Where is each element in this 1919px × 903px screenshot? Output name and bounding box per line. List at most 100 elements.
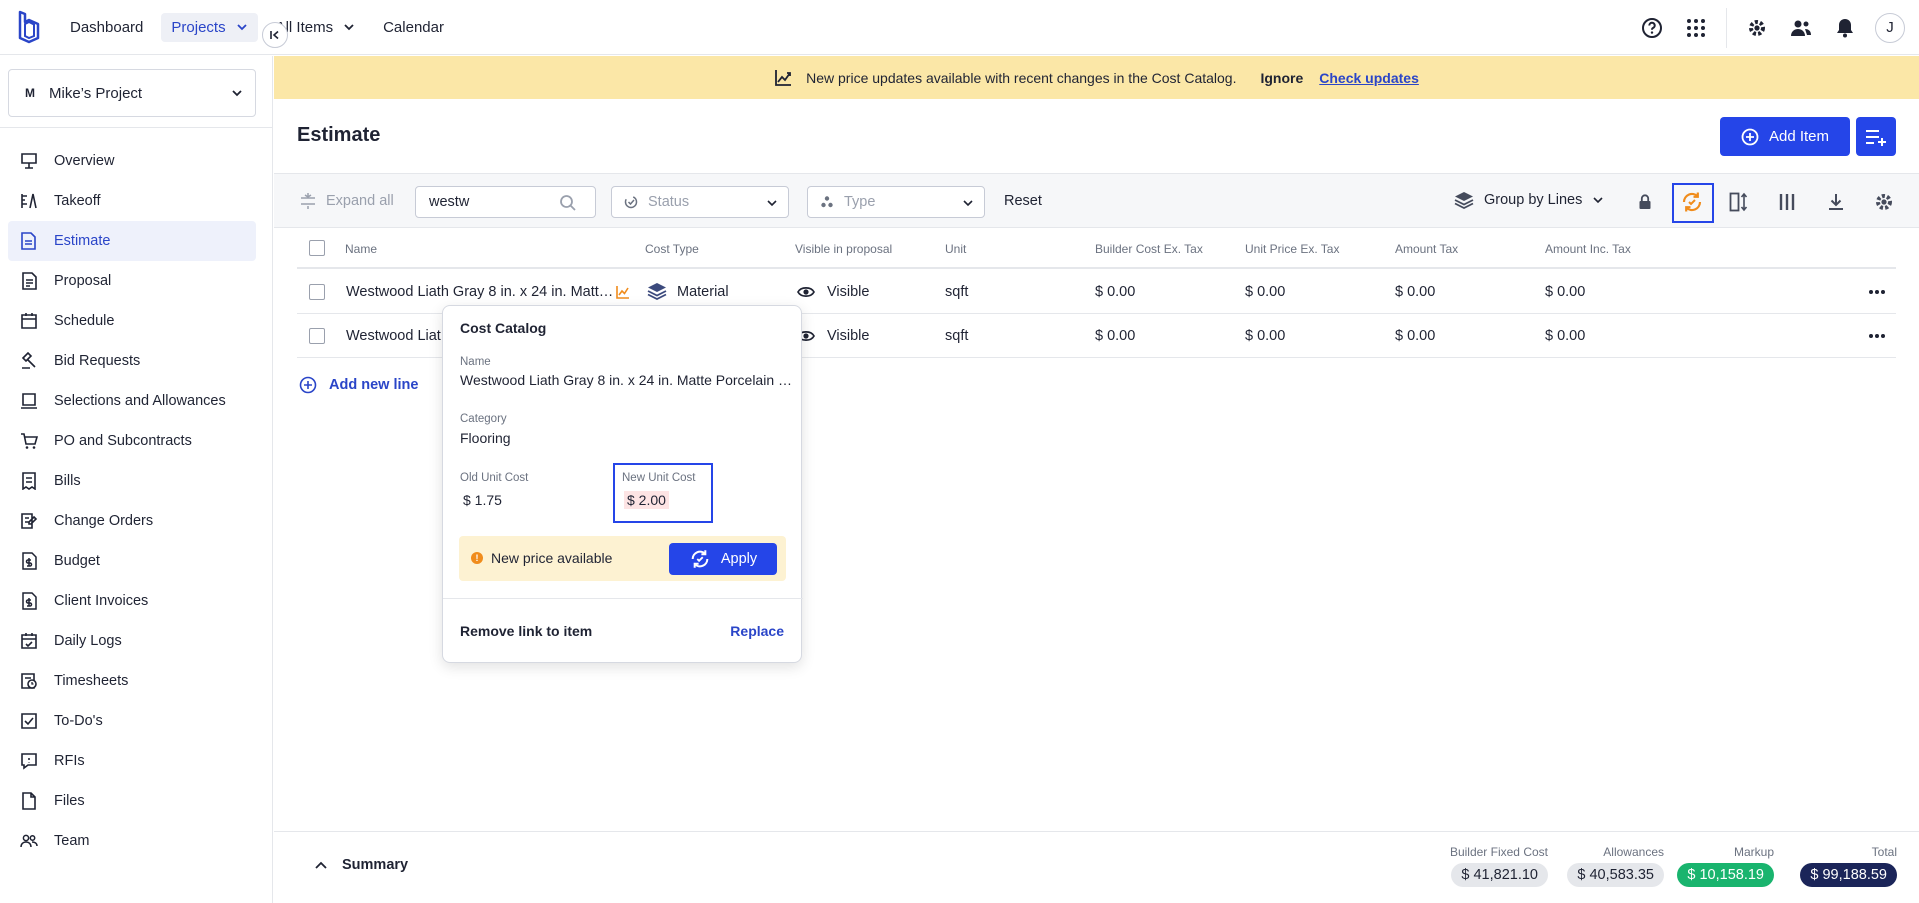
type-filter-select[interactable]: Type [807,186,985,218]
banner-check-updates-link[interactable]: Check updates [1319,70,1419,86]
sidebar-item-schedule[interactable]: Schedule [8,301,256,341]
apply-price-button[interactable]: Apply [669,543,777,575]
row-checkbox[interactable] [309,328,325,344]
eye-icon[interactable] [797,285,815,299]
row-name: Westwood Liat [346,328,441,344]
nav-calendar[interactable]: Calendar [373,13,454,42]
new-price-text: New price available [491,550,613,566]
table-settings-icon[interactable] [1871,189,1897,215]
settings-gear-icon[interactable] [1743,14,1771,42]
top-navigation: Dashboard Projects All Items Calendar J [0,0,1919,55]
row-unit: sqft [945,328,969,344]
lock-icon[interactable] [1632,189,1658,215]
app-logo-icon[interactable] [16,10,42,44]
column-header-visible[interactable]: Visible in proposal [795,242,892,256]
category-value: Flooring [460,430,511,446]
plus-circle-icon [1741,128,1759,145]
more-horizontal-icon[interactable] [1868,284,1886,300]
remove-link-button[interactable]: Remove link to item [460,623,592,639]
chevron-down-icon [1593,197,1603,204]
summary-toggle[interactable]: Summary [314,857,408,873]
columns-icon[interactable] [1774,189,1800,215]
row-amount-inc-tax: $ 0.00 [1545,284,1586,300]
collapse-left-icon [270,30,279,40]
daily-log-icon [20,632,38,650]
column-header-builder-cost[interactable]: Builder Cost Ex. Tax [1095,242,1203,256]
row-builder-cost: $ 0.00 [1095,328,1136,344]
column-header-name[interactable]: Name [345,242,377,256]
apps-grid-icon[interactable] [1682,14,1710,42]
row-cost-type: Material [677,284,729,300]
sidebar-item-daily-logs[interactable]: Daily Logs [8,621,256,661]
sidebar-item-estimate[interactable]: Estimate [8,221,256,261]
group-by-label: Group by Lines [1484,192,1583,208]
project-name: Mike’s Project [49,84,143,102]
notification-bell-icon[interactable] [1831,14,1859,42]
add-new-line-button[interactable]: Add new line [299,376,418,394]
sidebar-item-label: Team [54,833,90,849]
type-filter-placeholder: Type [844,194,876,210]
budget-icon [20,552,38,570]
column-header-amount-tax[interactable]: Amount Tax [1395,242,1458,256]
sidebar-item-overview[interactable]: Overview [8,141,256,181]
column-header-cost-type[interactable]: Cost Type [645,242,699,256]
sidebar-item-client-invoices[interactable]: Client Invoices [8,581,256,621]
collapse-sidebar-button[interactable] [262,22,288,48]
add-item-label: Add Item [1768,128,1830,145]
status-filter-placeholder: Status [648,194,690,210]
download-icon[interactable] [1823,189,1849,215]
add-list-button[interactable] [1856,117,1896,156]
row-builder-cost: $ 0.00 [1095,284,1136,300]
selections-icon [20,392,38,410]
sidebar-item-change-orders[interactable]: Change Orders [8,501,256,541]
old-unit-cost-label: Old Unit Cost [460,472,529,484]
row-checkbox[interactable] [309,284,325,300]
sidebar-item-label: Client Invoices [54,593,149,609]
user-avatar[interactable]: J [1875,12,1905,43]
add-item-button[interactable]: Add Item [1720,117,1850,156]
sidebar-item-takeoff[interactable]: Takeoff [8,181,256,221]
column-header-amount-inc-tax[interactable]: Amount Inc. Tax [1545,242,1631,256]
sidebar-item-to-do-s[interactable]: To-Do's [8,701,256,741]
sidebar-item-proposal[interactable]: Proposal [8,261,256,301]
project-selector[interactable]: M Mike’s Project [8,69,256,117]
chevron-down-icon [344,24,354,31]
markup: Markup $ 10,158.19 [1674,845,1774,887]
sidebar-item-rfis[interactable]: RFIs [8,741,256,781]
file-icon [20,792,38,810]
nav-dashboard[interactable]: Dashboard [60,13,153,42]
page-title: Estimate [297,124,381,146]
expand-all-button[interactable]: Expand all [300,193,394,209]
estimate-icon [20,232,38,250]
sidebar-item-timesheets[interactable]: Timesheets [8,661,256,701]
search-input[interactable]: westw [415,186,596,218]
sidebar-item-budget[interactable]: Budget [8,541,256,581]
row-height-icon[interactable] [1726,189,1752,215]
status-filter-select[interactable]: Status [611,186,789,218]
sidebar-item-files[interactable]: Files [8,781,256,821]
sidebar-item-selections-and-allowances[interactable]: Selections and Allowances [8,381,256,421]
search-icon [560,195,576,211]
sidebar-item-label: Daily Logs [54,633,122,649]
column-header-unit-price[interactable]: Unit Price Ex. Tax [1245,242,1339,256]
column-header-unit[interactable]: Unit [945,242,966,256]
sidebar-item-label: Bills [54,473,81,489]
banner-ignore-button[interactable]: Ignore [1260,70,1303,86]
new-unit-cost-highlight: New Unit Cost $ 2.00 [613,463,713,523]
more-horizontal-icon[interactable] [1868,328,1886,344]
popover-title: Cost Catalog [460,320,547,336]
summary-bar: Summary Builder Fixed Cost $ 41,821.10 A… [274,831,1919,903]
reset-filters-button[interactable]: Reset [1004,193,1042,209]
sidebar-item-po-and-subcontracts[interactable]: PO and Subcontracts [8,421,256,461]
select-all-checkbox[interactable] [309,240,325,256]
replace-button[interactable]: Replace [730,623,784,639]
price-update-icon[interactable] [616,285,630,299]
sidebar-item-bills[interactable]: Bills [8,461,256,501]
nav-projects-label: Projects [171,18,226,36]
help-icon[interactable] [1638,14,1666,42]
nav-projects[interactable]: Projects [161,12,258,42]
group-by-select[interactable]: Group by Lines [1454,191,1604,209]
users-manage-icon[interactable] [1787,14,1815,42]
sidebar-item-bid-requests[interactable]: Bid Requests [8,341,256,381]
sidebar-item-team[interactable]: Team [8,821,256,861]
